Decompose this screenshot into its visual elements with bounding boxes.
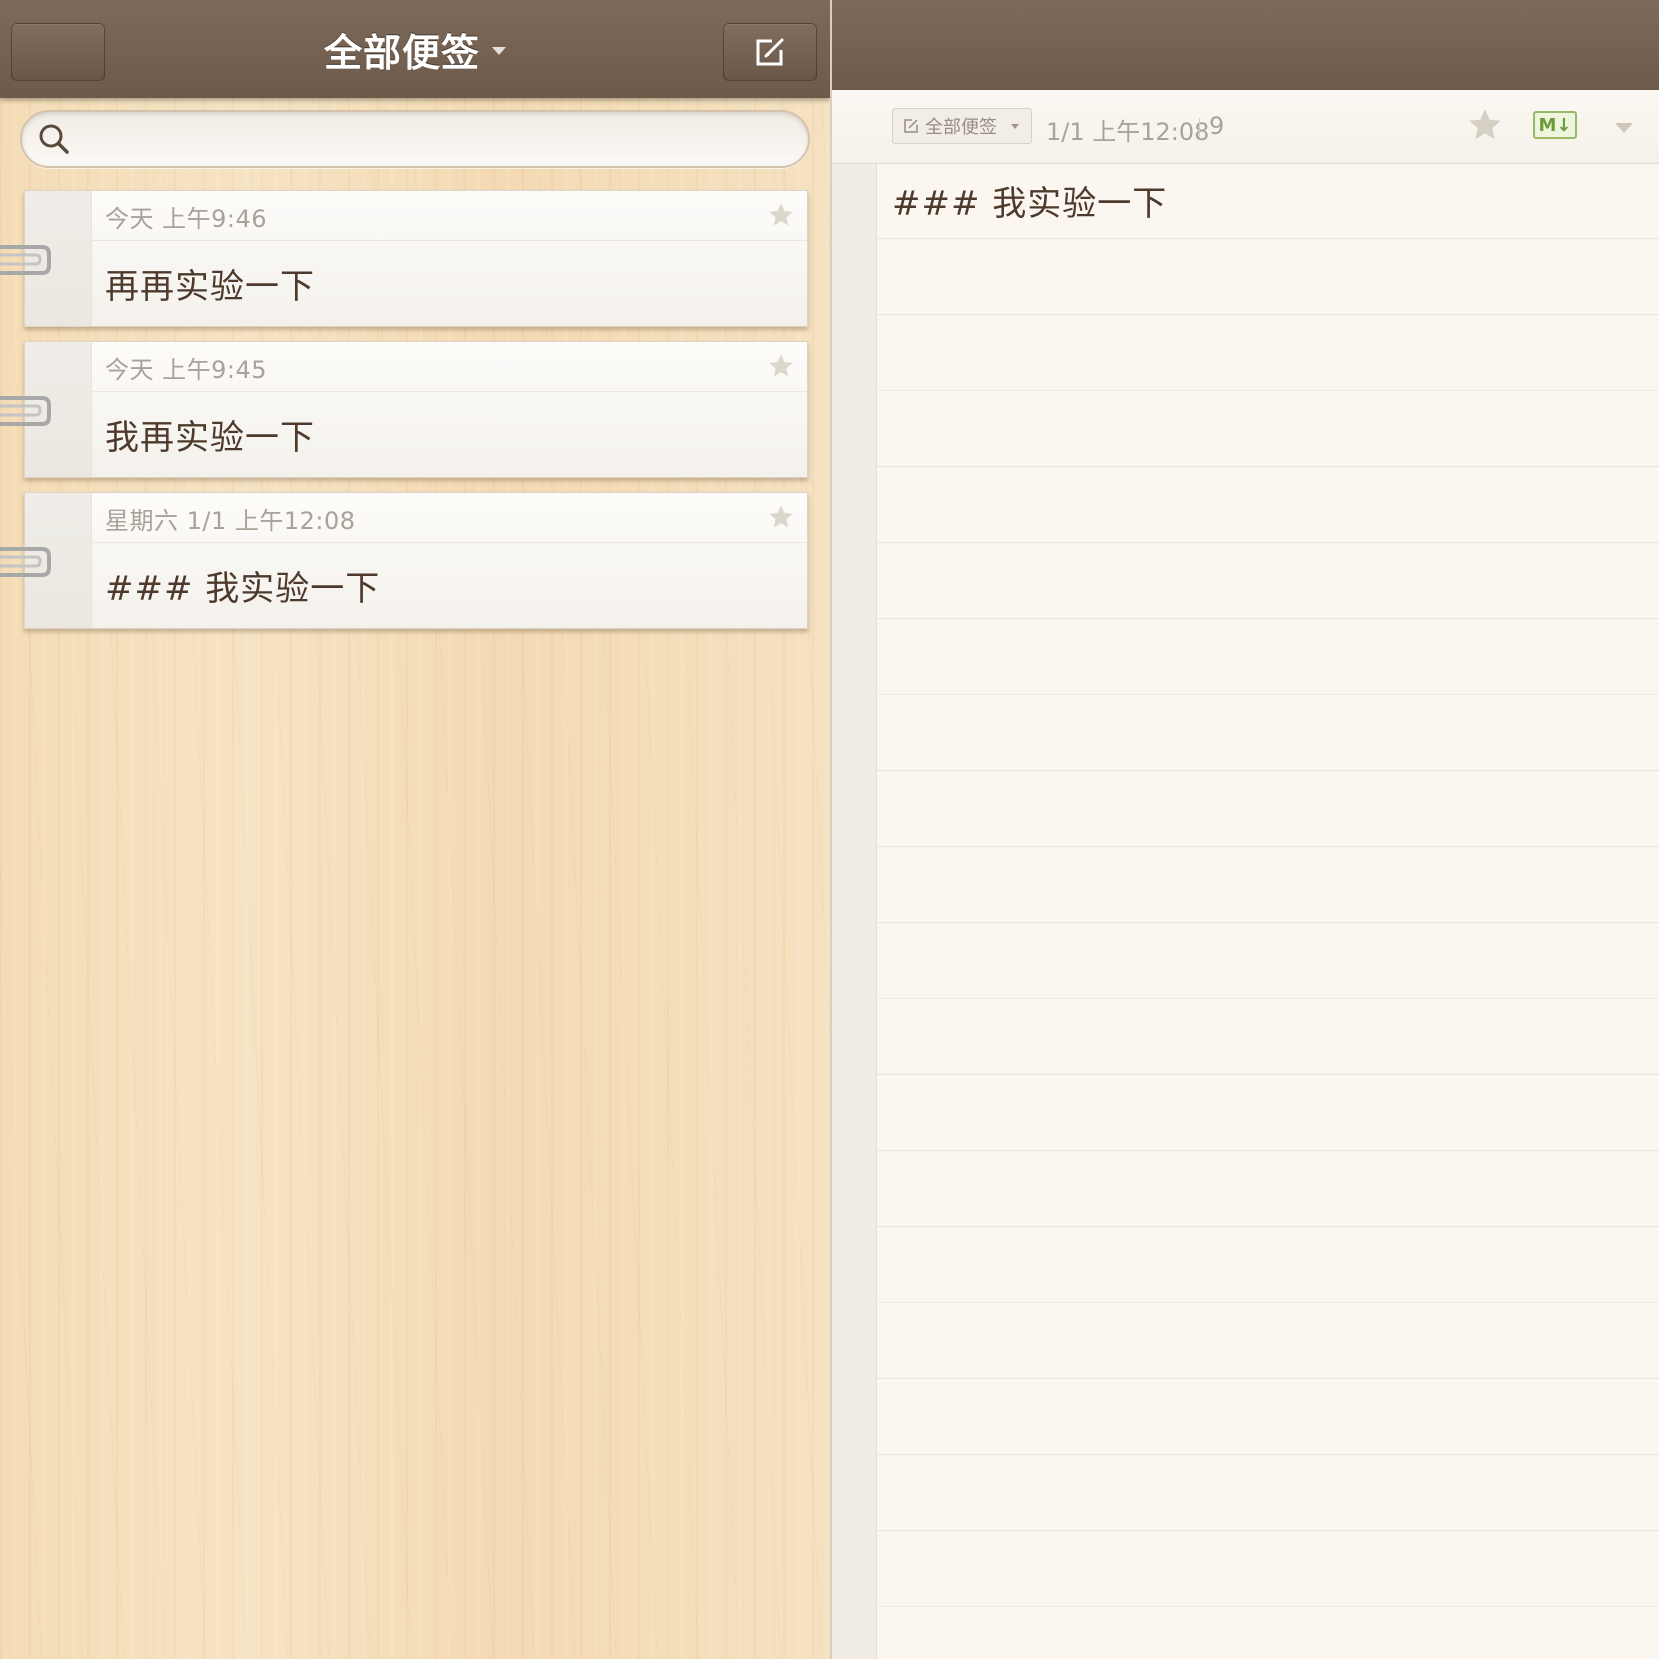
page-title: 全部便签 bbox=[323, 30, 480, 75]
editor-toolbar: 全部便签 1/1 上午12:08 9 M↓ bbox=[832, 90, 1659, 164]
compose-icon bbox=[756, 38, 784, 66]
note-item[interactable]: 星期六 1/1 上午12:08 ### 我实验一下 bbox=[24, 492, 808, 629]
folder-button[interactable]: 全部便签 bbox=[892, 108, 1032, 144]
chevron-down-icon bbox=[492, 47, 506, 55]
notes-list-pane: 全部便签 今天 上午9:46 再再实验一下 今天 上午9:45 我再实验一下 星… bbox=[0, 0, 830, 1659]
note-item[interactable]: 今天 上午9:45 我再实验一下 bbox=[24, 341, 808, 478]
note-date: 今天 上午9:46 bbox=[105, 205, 268, 233]
editor-margin bbox=[832, 90, 877, 1659]
folder-selector[interactable]: 全部便签 bbox=[0, 0, 830, 98]
paperclip-icon bbox=[0, 245, 51, 275]
editor-header bbox=[832, 0, 1659, 90]
search-input[interactable] bbox=[72, 112, 808, 166]
markdown-toggle[interactable]: M↓ bbox=[1533, 111, 1577, 139]
note-title: ### 我实验一下 bbox=[105, 569, 381, 609]
note-date: 星期六 1/1 上午12:08 bbox=[105, 507, 356, 535]
divider bbox=[1199, 118, 1200, 138]
note-rule bbox=[91, 391, 807, 392]
star-icon[interactable] bbox=[767, 352, 795, 380]
folder-label: 全部便签 bbox=[925, 117, 997, 138]
note-timestamp: 1/1 上午12:08 bbox=[1046, 118, 1210, 146]
note-rule bbox=[91, 240, 807, 241]
search-bar[interactable] bbox=[20, 110, 810, 168]
note-date: 今天 上午9:45 bbox=[105, 356, 268, 384]
note-rule bbox=[91, 542, 807, 543]
edit-icon bbox=[904, 119, 918, 133]
note-item[interactable]: 今天 上午9:46 再再实验一下 bbox=[24, 190, 808, 327]
note-title: 再再实验一下 bbox=[105, 267, 315, 307]
star-icon[interactable] bbox=[1466, 106, 1504, 144]
chevron-down-icon[interactable] bbox=[1615, 123, 1633, 133]
star-icon[interactable] bbox=[767, 201, 795, 229]
new-note-button[interactable] bbox=[723, 23, 817, 81]
char-count: 9 bbox=[1209, 112, 1225, 140]
chevron-down-icon bbox=[1011, 123, 1019, 129]
paperclip-icon bbox=[0, 547, 51, 577]
paperclip-icon bbox=[0, 396, 51, 426]
search-icon bbox=[39, 124, 69, 154]
note-content[interactable]: ### 我实验一下 bbox=[892, 176, 1167, 225]
note-editor-pane: 全部便签 1/1 上午12:08 9 M↓ ### 我实验一下 bbox=[830, 0, 1659, 1659]
list-header: 全部便签 bbox=[0, 0, 830, 98]
note-title: 我再实验一下 bbox=[105, 418, 315, 458]
star-icon[interactable] bbox=[767, 503, 795, 531]
